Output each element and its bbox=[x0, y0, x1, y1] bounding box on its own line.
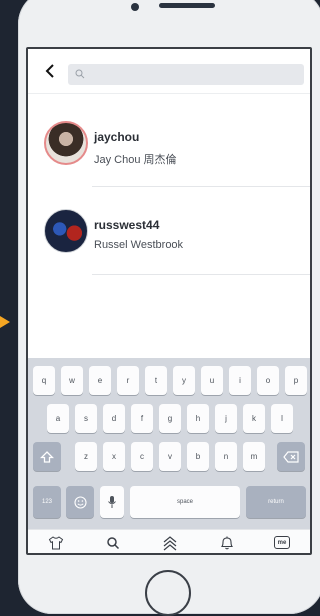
space-key[interactable]: space bbox=[130, 486, 240, 518]
key-k[interactable]: k bbox=[243, 404, 265, 433]
camera bbox=[131, 3, 139, 11]
numbers-key[interactable]: 123 bbox=[33, 486, 61, 518]
key-d[interactable]: d bbox=[103, 404, 125, 433]
home-button[interactable] bbox=[145, 570, 191, 616]
speaker bbox=[159, 3, 215, 8]
shift-icon bbox=[40, 450, 54, 463]
shirt-icon[interactable] bbox=[48, 535, 64, 551]
dictation-key[interactable] bbox=[100, 486, 124, 518]
username: jaychou bbox=[94, 130, 140, 144]
key-g[interactable]: g bbox=[159, 404, 181, 433]
key-t[interactable]: t bbox=[145, 366, 167, 395]
key-m[interactable]: m bbox=[243, 442, 265, 471]
list-item[interactable]: jaychou Jay Chou 周杰倫 bbox=[28, 99, 310, 187]
key-f[interactable]: f bbox=[131, 404, 153, 433]
search-icon bbox=[75, 69, 85, 79]
back-arrow-icon[interactable] bbox=[42, 63, 58, 79]
key-c[interactable]: c bbox=[131, 442, 153, 471]
key-v[interactable]: v bbox=[159, 442, 181, 471]
keyboard: q w e r t y u i o p a s d f g h j k l z … bbox=[28, 358, 310, 529]
me-icon[interactable]: me bbox=[274, 536, 290, 549]
key-z[interactable]: z bbox=[75, 442, 97, 471]
delete-key[interactable] bbox=[277, 442, 305, 471]
key-e[interactable]: e bbox=[89, 366, 111, 395]
key-x[interactable]: x bbox=[103, 442, 125, 471]
phone-screen: jaychou Jay Chou 周杰倫 russwest44 Russel W… bbox=[26, 47, 312, 555]
microphone-icon bbox=[108, 496, 116, 508]
key-j[interactable]: j bbox=[215, 404, 237, 433]
divider bbox=[92, 274, 310, 275]
search-bar bbox=[28, 49, 310, 94]
orange-arrow-icon bbox=[0, 316, 10, 328]
key-b[interactable]: b bbox=[187, 442, 209, 471]
full-name: Jay Chou 周杰倫 bbox=[94, 154, 177, 166]
list-item[interactable]: russwest44 Russel Westbrook bbox=[28, 187, 310, 275]
backspace-icon bbox=[283, 450, 299, 463]
bell-icon[interactable] bbox=[219, 535, 235, 551]
key-n[interactable]: n bbox=[215, 442, 237, 471]
tab-bar: me bbox=[28, 529, 310, 553]
key-r[interactable]: r bbox=[117, 366, 139, 395]
key-y[interactable]: y bbox=[173, 366, 195, 395]
avatar bbox=[44, 209, 88, 253]
search-input[interactable] bbox=[68, 64, 304, 85]
key-s[interactable]: s bbox=[75, 404, 97, 433]
avatar bbox=[44, 121, 88, 165]
key-h[interactable]: h bbox=[187, 404, 209, 433]
return-key[interactable]: return bbox=[246, 486, 306, 518]
search-icon[interactable] bbox=[105, 535, 121, 551]
username: russwest44 bbox=[94, 218, 160, 232]
key-q[interactable]: q bbox=[33, 366, 55, 395]
chevrons-up-icon[interactable] bbox=[162, 535, 178, 551]
shift-key[interactable] bbox=[33, 442, 61, 471]
full-name: Russel Westbrook bbox=[94, 239, 184, 251]
emoji-icon bbox=[73, 495, 87, 509]
key-a[interactable]: a bbox=[47, 404, 69, 433]
key-p[interactable]: p bbox=[285, 366, 307, 395]
key-o[interactable]: o bbox=[257, 366, 279, 395]
key-u[interactable]: u bbox=[201, 366, 223, 395]
key-w[interactable]: w bbox=[61, 366, 83, 395]
emoji-key[interactable] bbox=[66, 486, 94, 518]
key-l[interactable]: l bbox=[271, 404, 293, 433]
key-i[interactable]: i bbox=[229, 366, 251, 395]
